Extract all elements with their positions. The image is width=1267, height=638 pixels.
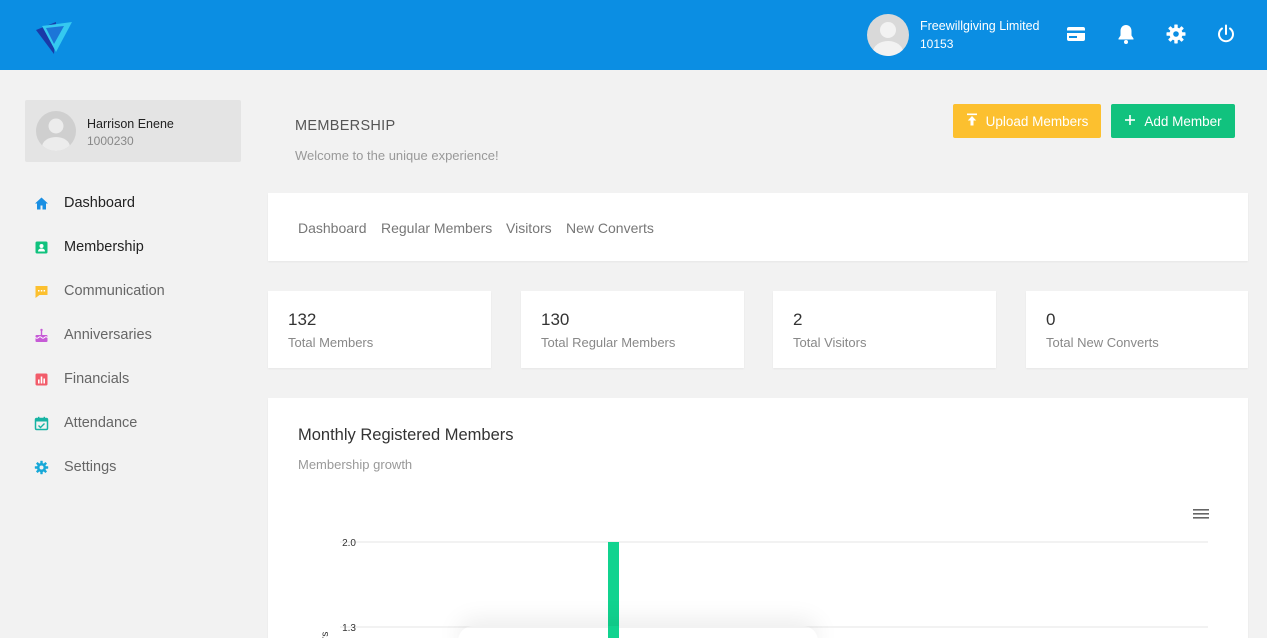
bar (608, 542, 619, 638)
sidebar-item-dashboard[interactable]: Dashboard (34, 190, 244, 234)
add-member-label: Add Member (1144, 113, 1222, 129)
y-axis-label: rs (320, 632, 331, 638)
tooltip-shadow (458, 626, 818, 638)
user-id: 1000230 (87, 134, 134, 148)
user-profile-card[interactable]: Harrison Enene 1000230 (25, 100, 241, 162)
bell-icon[interactable] (1115, 23, 1137, 45)
upload-icon (966, 113, 978, 129)
page-subtitle: Welcome to the unique experience! (295, 148, 499, 163)
user-avatar (36, 111, 76, 151)
upload-members-button[interactable]: Upload Members (953, 104, 1101, 138)
tab-visitors[interactable]: Visitors (506, 220, 552, 236)
y-tick-label: 1.3 (342, 623, 356, 634)
org-name: Freewillgiving Limited (920, 19, 1040, 33)
stat-label: Total New Converts (1046, 335, 1159, 350)
stat-label: Total Visitors (793, 335, 867, 350)
stat-label: Total Members (288, 335, 374, 350)
cake-icon (34, 328, 49, 343)
gear-icon (34, 460, 49, 475)
stat-value: 0 (1046, 310, 1056, 329)
sidebar-item-label: Communication (64, 283, 165, 299)
stat-card-total-members: 132 Total Members (268, 291, 491, 368)
sidebar-item-label: Attendance (64, 415, 138, 431)
stat-value: 132 (288, 310, 317, 329)
sidebar-item-label: Anniversaries (64, 327, 152, 343)
stat-label: Total Regular Members (541, 335, 676, 350)
org-avatar[interactable] (867, 14, 909, 56)
app-logo-icon[interactable] (34, 18, 74, 54)
sidebar-item-communication[interactable]: Communication (34, 278, 244, 322)
tab-new-converts[interactable]: New Converts (566, 220, 654, 236)
org-id: 10153 (920, 37, 954, 51)
page-title: MEMBERSHIP (295, 118, 396, 134)
gear-icon[interactable] (1165, 23, 1187, 45)
sidebar-item-attendance[interactable]: Attendance (34, 410, 244, 454)
stat-card-total-regular-members: 130 Total Regular Members (521, 291, 744, 368)
monthly-registered-members-chart: Monthly Registered Members Membership gr… (268, 398, 1248, 638)
sidebar-item-label: Dashboard (64, 195, 135, 211)
plus-icon (1124, 114, 1136, 129)
credit-card-icon[interactable] (1065, 23, 1087, 45)
membership-tabs: Dashboard Regular Members Visitors New C… (268, 193, 1248, 261)
add-member-button[interactable]: Add Member (1111, 104, 1235, 138)
top-bar: Freewillgiving Limited 10153 (0, 0, 1267, 70)
sidebar-item-label: Membership (64, 239, 144, 255)
upload-members-label: Upload Members (985, 113, 1089, 129)
stat-card-total-visitors: 2 Total Visitors (773, 291, 996, 368)
calendar-check-icon (34, 416, 49, 431)
chat-icon (34, 284, 49, 299)
contact-icon (34, 240, 49, 255)
home-icon (34, 196, 49, 211)
stat-card-total-new-converts: 0 Total New Converts (1026, 291, 1248, 368)
sidebar-item-settings[interactable]: Settings (34, 454, 244, 498)
tab-regular-members[interactable]: Regular Members (381, 220, 492, 236)
stat-value: 2 (793, 310, 803, 329)
tab-dashboard[interactable]: Dashboard (298, 220, 367, 236)
chart-subtitle: Membership growth (298, 457, 413, 472)
sidebar-item-label: Settings (64, 459, 117, 475)
sidebar-item-financials[interactable]: Financials (34, 366, 244, 410)
power-icon[interactable] (1215, 23, 1237, 45)
chart-title: Monthly Registered Members (298, 426, 514, 444)
chart-plot: 2.0 1.3 rs (320, 538, 1208, 638)
bar-chart-icon (34, 372, 49, 387)
sidebar-item-anniversaries[interactable]: Anniversaries (34, 322, 244, 366)
sidebar-item-membership[interactable]: Membership (34, 234, 244, 278)
stat-value: 130 (541, 310, 570, 329)
user-name: Harrison Enene (87, 117, 174, 131)
sidebar-item-label: Financials (64, 371, 130, 387)
y-tick-label: 2.0 (342, 538, 356, 549)
sidebar-nav: Dashboard Membership Communication Anniv… (34, 190, 244, 498)
